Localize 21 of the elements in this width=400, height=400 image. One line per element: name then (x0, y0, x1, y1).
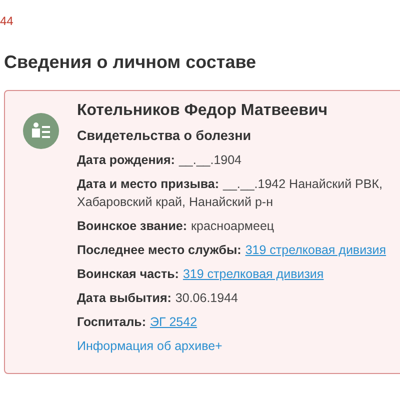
field-link[interactable]: 319 стрелковая дивизия (245, 243, 386, 257)
field-link[interactable]: ЭГ 2542 (150, 315, 198, 329)
field-value: Хабаровский край, Нанайский р-н (77, 195, 273, 209)
field-value: __.__.1904 (178, 153, 242, 167)
page-number: 44 (0, 14, 14, 28)
person-name: Котельников Федор Матвеевич (77, 101, 329, 121)
archive-info-link[interactable]: Информация об архиве+ (77, 337, 222, 355)
field-label: Дата и место призыва: (77, 177, 220, 191)
field-label: Воинское звание: (77, 219, 188, 233)
field-label: Последнее место службы: (77, 243, 242, 257)
person-list-icon (23, 113, 59, 149)
section-title: Сведения о личном составе (4, 51, 258, 73)
field-value: __.__.1942 Нанайский РВК, (223, 177, 382, 191)
field-label: Госпиталь: (77, 315, 146, 329)
field-label: Дата рождения: (77, 153, 175, 167)
field-label: Воинская часть: (77, 267, 179, 281)
field-link[interactable]: 319 стрелковая дивизия (182, 267, 324, 281)
field-value: красноармеец (191, 219, 274, 233)
field-label: Дата выбытия: (77, 291, 172, 305)
field-value: 30.06.1944 (175, 291, 238, 305)
document-type: Свидетельства о болезни (77, 127, 252, 145)
